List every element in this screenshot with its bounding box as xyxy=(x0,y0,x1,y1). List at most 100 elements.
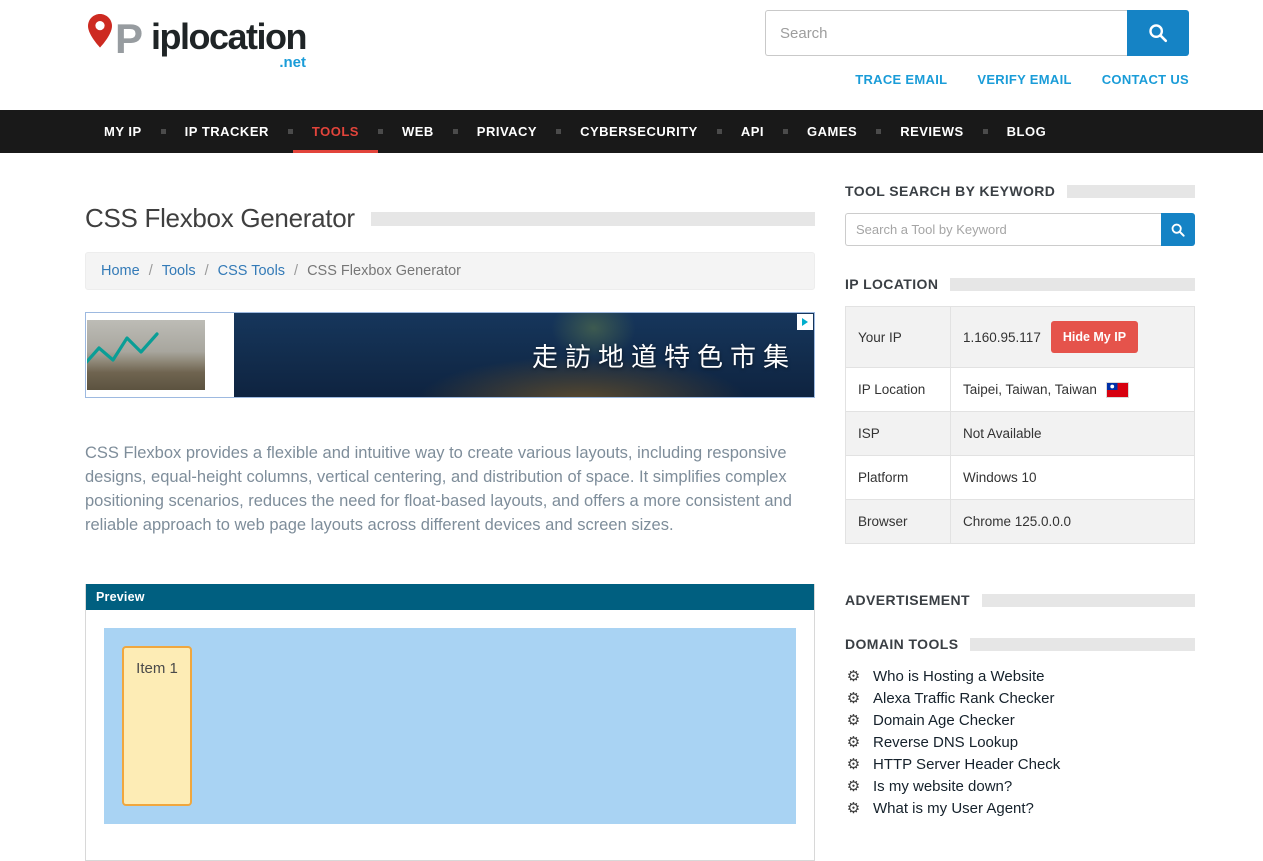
ad-text: 走訪地道特色市集 xyxy=(532,337,814,374)
header-links: TRACE EMAIL VERIFY EMAIL CONTACT US xyxy=(855,72,1189,87)
heading-fill-bar xyxy=(950,278,1195,291)
advertisement-heading-row: ADVERTISEMENT xyxy=(845,592,1195,608)
nav-item-ip-tracker[interactable]: IP TRACKER xyxy=(166,110,288,153)
row-label: ISP xyxy=(846,412,951,456)
logo-tld: .net xyxy=(151,54,306,71)
heading-fill-bar xyxy=(982,594,1195,607)
heading-fill-bar xyxy=(970,638,1195,651)
nav-item-tools[interactable]: TOOLS xyxy=(293,110,378,153)
breadcrumb-separator: / xyxy=(149,263,153,279)
page-description: CSS Flexbox provides a flexible and intu… xyxy=(85,441,795,537)
table-row-your-ip: Your IP 1.160.95.117 Hide My IP xyxy=(846,307,1195,368)
breadcrumb-separator: / xyxy=(205,263,209,279)
list-item: ⚙ Reverse DNS Lookup xyxy=(845,734,1195,751)
list-item: ⚙ Domain Age Checker xyxy=(845,712,1195,729)
preview-panel: Preview Item 1 xyxy=(85,584,815,861)
ad-right-image: 走訪地道特色市集 xyxy=(234,313,814,397)
nav-item-web[interactable]: WEB xyxy=(383,110,453,153)
title-fill-bar xyxy=(371,212,815,226)
site-search-input[interactable] xyxy=(765,10,1127,56)
logo[interactable]: P iplocation .net xyxy=(85,12,306,110)
taiwan-flag-icon xyxy=(1107,383,1128,397)
preview-panel-body: Item 1 xyxy=(86,610,814,860)
gear-icon: ⚙ xyxy=(845,690,862,707)
nav-item-blog[interactable]: BLOG xyxy=(988,110,1066,153)
page-title-row: CSS Flexbox Generator xyxy=(85,203,815,234)
sidebar: TOOL SEARCH BY KEYWORD IP LOCATION Your … xyxy=(845,153,1195,861)
breadcrumb-separator: / xyxy=(294,263,298,279)
row-label: IP Location xyxy=(846,368,951,412)
ip-location-heading: IP LOCATION xyxy=(845,276,938,292)
flexbox-preview-container: Item 1 xyxy=(104,628,796,824)
heading-fill-bar xyxy=(1067,185,1195,198)
tool-search-heading: TOOL SEARCH BY KEYWORD xyxy=(845,183,1055,199)
nav-item-games[interactable]: GAMES xyxy=(788,110,876,153)
breadcrumb: Home / Tools / CSS Tools / CSS Flexbox G… xyxy=(85,252,815,290)
list-item: ⚙ What is my User Agent? xyxy=(845,800,1195,817)
domain-tool-link-user-agent[interactable]: What is my User Agent? xyxy=(873,800,1034,817)
ip-location-value: Taipei, Taiwan, Taiwan xyxy=(963,382,1097,397)
nav-item-cybersecurity[interactable]: CYBERSECURITY xyxy=(561,110,717,153)
breadcrumb-home[interactable]: Home xyxy=(101,263,140,279)
browser-value: Chrome 125.0.0.0 xyxy=(951,500,1195,544)
your-ip-value: 1.160.95.117 xyxy=(963,330,1041,345)
ad-left-image xyxy=(87,320,205,390)
domain-tools-heading-row: DOMAIN TOOLS xyxy=(845,636,1195,652)
site-search xyxy=(765,10,1189,56)
breadcrumb-tools[interactable]: Tools xyxy=(162,263,196,279)
row-label: Your IP xyxy=(846,307,951,368)
domain-tool-link-website-down[interactable]: Is my website down? xyxy=(873,778,1012,795)
logo-pin-icon: P xyxy=(85,12,149,70)
ad-banner[interactable]: 走訪地道特色市集 xyxy=(85,312,815,398)
domain-tool-link-http-header[interactable]: HTTP Server Header Check xyxy=(873,756,1060,773)
domain-tool-link-hosting[interactable]: Who is Hosting a Website xyxy=(873,668,1044,685)
tool-search-button[interactable] xyxy=(1161,213,1195,246)
breadcrumb-css-tools[interactable]: CSS Tools xyxy=(218,263,285,279)
domain-tools-list: ⚙ Who is Hosting a Website ⚙ Alexa Traff… xyxy=(845,668,1195,817)
logo-wordmark: iplocation .net xyxy=(151,18,306,71)
table-row-ip-location: IP Location Taipei, Taiwan, Taiwan xyxy=(846,368,1195,412)
search-icon xyxy=(1147,22,1169,44)
contact-us-link[interactable]: CONTACT US xyxy=(1102,72,1189,87)
isp-value: Not Available xyxy=(951,412,1195,456)
list-item: ⚙ Is my website down? xyxy=(845,778,1195,795)
platform-value: Windows 10 xyxy=(951,456,1195,500)
gear-icon: ⚙ xyxy=(845,668,862,685)
gear-icon: ⚙ xyxy=(845,734,862,751)
gear-icon: ⚙ xyxy=(845,778,862,795)
ip-location-table: Your IP 1.160.95.117 Hide My IP IP Locat… xyxy=(845,306,1195,544)
logo-text: iplocation xyxy=(151,18,306,56)
header-right: TRACE EMAIL VERIFY EMAIL CONTACT US xyxy=(765,10,1189,110)
preview-panel-header: Preview xyxy=(86,584,814,610)
content-area: CSS Flexbox Generator Home / Tools / CSS… xyxy=(0,153,1263,861)
table-row-platform: Platform Windows 10 xyxy=(846,456,1195,500)
list-item: ⚙ Who is Hosting a Website xyxy=(845,668,1195,685)
adchoices-icon[interactable] xyxy=(797,314,813,330)
list-item: ⚙ Alexa Traffic Rank Checker xyxy=(845,690,1195,707)
list-item: ⚙ HTTP Server Header Check xyxy=(845,756,1195,773)
verify-email-link[interactable]: VERIFY EMAIL xyxy=(977,72,1071,87)
nav-item-privacy[interactable]: PRIVACY xyxy=(458,110,556,153)
site-search-button[interactable] xyxy=(1127,10,1189,56)
tool-search-input[interactable] xyxy=(845,213,1161,246)
domain-tools-heading: DOMAIN TOOLS xyxy=(845,636,958,652)
nav-item-reviews[interactable]: REVIEWS xyxy=(881,110,982,153)
gear-icon: ⚙ xyxy=(845,800,862,817)
nav-item-api[interactable]: API xyxy=(722,110,783,153)
main-column: CSS Flexbox Generator Home / Tools / CSS… xyxy=(85,153,815,861)
table-row-browser: Browser Chrome 125.0.0.0 xyxy=(846,500,1195,544)
trace-email-link[interactable]: TRACE EMAIL xyxy=(855,72,947,87)
domain-tool-link-alexa-rank[interactable]: Alexa Traffic Rank Checker xyxy=(873,690,1054,707)
gear-icon: ⚙ xyxy=(845,712,862,729)
nav-item-my-ip[interactable]: MY IP xyxy=(85,110,161,153)
flexbox-preview-item[interactable]: Item 1 xyxy=(122,646,192,806)
top-header: P iplocation .net TRACE EMAIL VERIFY EMA… xyxy=(0,0,1263,110)
hide-my-ip-button[interactable]: Hide My IP xyxy=(1051,321,1138,353)
breadcrumb-current: CSS Flexbox Generator xyxy=(307,263,461,279)
domain-tool-link-reverse-dns[interactable]: Reverse DNS Lookup xyxy=(873,734,1018,751)
search-icon xyxy=(1170,222,1186,238)
page-title: CSS Flexbox Generator xyxy=(85,203,355,234)
domain-tool-link-domain-age[interactable]: Domain Age Checker xyxy=(873,712,1015,729)
tool-search xyxy=(845,213,1195,246)
advertisement-heading: ADVERTISEMENT xyxy=(845,592,970,608)
